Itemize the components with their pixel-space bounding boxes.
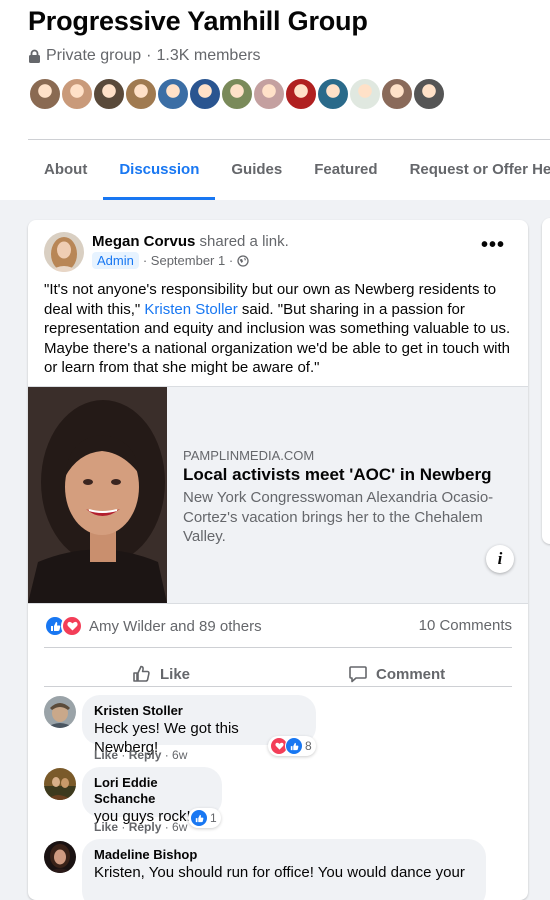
commenter-name[interactable]: Kristen Stoller	[94, 703, 304, 719]
member-avatar[interactable]	[348, 77, 382, 111]
link-title[interactable]: Local activists meet 'AOC' in Newberg	[183, 465, 492, 485]
post-text: "It's not anyone's responsibility but ou…	[44, 280, 516, 378]
group-header: Progressive Yamhill Group Private group …	[0, 0, 550, 200]
post-meta: Admin · September 1 ·	[92, 252, 249, 269]
comment-icon	[349, 666, 367, 683]
tab-guides[interactable]: Guides	[215, 140, 298, 200]
reaction-count: 8	[305, 739, 312, 753]
comment-bubble: Madeline Bishop Kristen, You should run …	[82, 839, 486, 900]
author-avatar[interactable]	[44, 232, 84, 272]
reaction-summary[interactable]: Amy Wilder and 89 others	[44, 615, 262, 637]
tab-discussion[interactable]: Discussion	[103, 140, 216, 200]
link-preview-image[interactable]	[28, 387, 167, 603]
member-avatar[interactable]	[188, 77, 222, 111]
post-date[interactable]: · September 1 ·	[143, 253, 233, 268]
comment-reaction-count[interactable]: 1	[188, 808, 221, 828]
lock-icon	[29, 49, 40, 63]
tab-request-or-offer-help[interactable]: Request or Offer Help	[394, 140, 550, 200]
link-preview[interactable]: PAMPLINMEDIA.COM Local activists meet 'A…	[28, 386, 528, 604]
reaction-text[interactable]: Amy Wilder and 89 others	[89, 618, 262, 635]
member-avatar[interactable]	[412, 77, 446, 111]
member-avatar[interactable]	[380, 77, 414, 111]
tab-featured[interactable]: Featured	[298, 140, 393, 200]
member-avatar[interactable]	[28, 77, 62, 111]
member-avatar[interactable]	[124, 77, 158, 111]
comments-count[interactable]: 10 Comments	[419, 617, 512, 634]
comment-actions: Like · Reply · 6w	[94, 820, 188, 834]
like-reaction-icon	[190, 809, 208, 827]
member-count[interactable]: 1.3K members	[157, 47, 261, 65]
privacy-label: Private group	[46, 47, 142, 64]
group-title[interactable]: Progressive Yamhill Group	[28, 6, 368, 37]
commenter-avatar[interactable]	[44, 841, 76, 873]
thumbs-up-icon	[133, 665, 150, 682]
member-avatar[interactable]	[220, 77, 254, 111]
actions-top-divider	[44, 647, 512, 648]
actions-bottom-divider	[44, 686, 512, 687]
author-name[interactable]: Megan Corvus	[92, 233, 195, 250]
member-avatar[interactable]	[60, 77, 94, 111]
link-description: New York Congresswoman Alexandria Ocasio…	[183, 489, 494, 545]
comment-reaction-count[interactable]: 8	[268, 736, 316, 756]
comment-time[interactable]: 6w	[172, 820, 187, 834]
member-avatar[interactable]	[92, 77, 126, 111]
comment-text: Kristen, You should run for office! You …	[94, 864, 465, 881]
member-avatar[interactable]	[316, 77, 350, 111]
comment-actions: Like · Reply · 6w	[94, 748, 188, 762]
commenter-name[interactable]: Lori Eddie Schanche	[94, 775, 210, 807]
group-meta: Private group · 1.3K members	[28, 47, 261, 65]
globe-icon	[237, 254, 249, 267]
comment-time[interactable]: 6w	[172, 748, 187, 762]
more-options-button[interactable]: •••	[475, 235, 511, 262]
member-avatars[interactable]	[28, 77, 446, 111]
admin-badge[interactable]: Admin	[92, 252, 139, 269]
member-avatar[interactable]	[156, 77, 190, 111]
comment-reply-link[interactable]: Reply	[129, 820, 162, 834]
reaction-count: 1	[210, 811, 217, 825]
comment-like-link[interactable]: Like	[94, 748, 118, 762]
info-button[interactable]: i	[486, 545, 514, 573]
member-avatar[interactable]	[284, 77, 318, 111]
post-card: Megan Corvus shared a link. Admin · Sept…	[28, 220, 528, 900]
like-label: Like	[160, 665, 191, 683]
tab-about[interactable]: About	[28, 140, 103, 200]
commenter-name[interactable]: Madeline Bishop	[94, 847, 474, 863]
comment-like-link[interactable]: Like	[94, 820, 118, 834]
group-tabs: About Discussion Guides Featured Request…	[28, 140, 550, 200]
comment-reply-link[interactable]: Reply	[129, 748, 162, 762]
like-reaction-icon	[285, 737, 303, 755]
commenter-avatar[interactable]	[44, 696, 76, 728]
post-action-text: shared a link.	[195, 233, 289, 250]
meta-separator: ·	[146, 47, 152, 64]
mention-link[interactable]: Kristen Stoller	[144, 301, 237, 318]
link-domain: PAMPLINMEDIA.COM	[183, 448, 315, 463]
love-reaction-icon	[61, 615, 83, 637]
author-line: Megan Corvus shared a link.	[92, 233, 289, 250]
comment-label: Comment	[376, 665, 446, 683]
side-card	[542, 218, 550, 544]
commenter-avatar[interactable]	[44, 768, 76, 800]
member-avatar[interactable]	[252, 77, 286, 111]
